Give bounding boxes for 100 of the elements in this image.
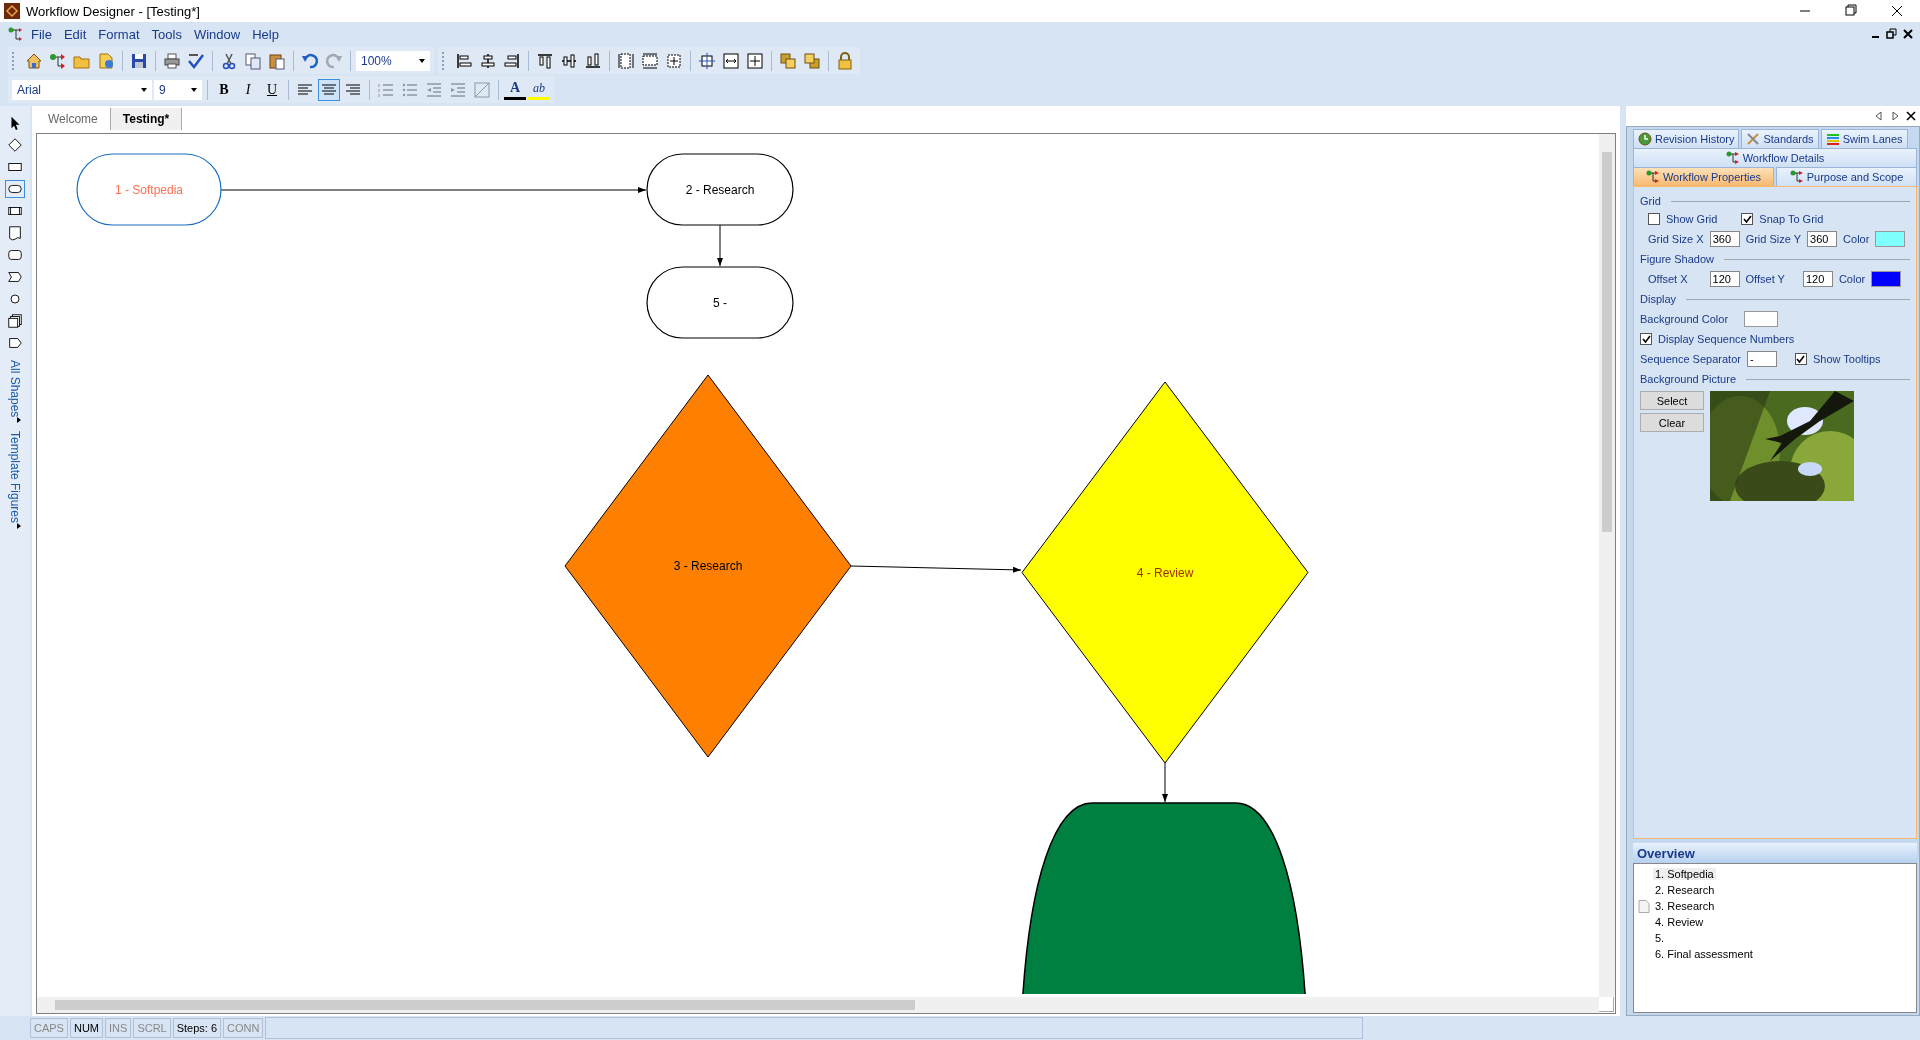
checkbox[interactable] (1648, 213, 1660, 225)
menu-item[interactable]: Tools (146, 24, 187, 44)
menu-item[interactable]: File (26, 24, 57, 44)
field-label: Offset Y (1745, 273, 1785, 285)
section-heading: Background Picture (1640, 373, 1736, 385)
checkbox[interactable] (1794, 353, 1807, 365)
color-swatch[interactable] (1744, 311, 1779, 327)
restore-icon[interactable] (1886, 28, 1898, 40)
horizontal-scrollbar[interactable] (37, 997, 1599, 1013)
field-label: Grid Size Y (1745, 233, 1802, 245)
field-label: Color (1843, 233, 1870, 245)
text-field[interactable]: - (1746, 351, 1777, 367)
panel-tab[interactable]: Swim Lanes (1820, 129, 1908, 148)
overview-item[interactable]: 4. Review (1653, 916, 1706, 928)
close-icon[interactable] (1902, 28, 1914, 40)
panel-tab[interactable]: Revision History (1633, 129, 1740, 148)
field-label: Sequence Separator (1640, 353, 1741, 365)
status-indicator: CONN (223, 1018, 264, 1038)
picture-button[interactable]: Select (1640, 391, 1704, 410)
overview-item[interactable]: 5. (1653, 932, 1667, 944)
status-indicator: INS (105, 1018, 132, 1038)
document-tab[interactable]: Welcome (36, 108, 111, 130)
text-field[interactable]: 120 (1802, 271, 1833, 287)
font-size-dropdown[interactable]: 9 (154, 79, 202, 100)
panel-tab[interactable]: Purpose and Scope (1776, 167, 1917, 186)
field-label: Background Color (1640, 313, 1729, 325)
field-label: Grid Size X (1648, 233, 1704, 245)
checkbox-label: Display Sequence Numbers (1658, 333, 1795, 345)
font-color-button[interactable]: A (504, 79, 526, 100)
italic-button[interactable]: I (237, 78, 259, 101)
section-heading: Display (1640, 293, 1677, 305)
text-field[interactable]: 360 (1807, 231, 1838, 247)
overview-item[interactable]: 3. Research (1653, 900, 1717, 912)
document-tab[interactable]: Testing* (110, 108, 183, 130)
shape-label: 5 - (713, 295, 727, 310)
underline-button[interactable]: U (261, 78, 283, 101)
zoom-dropdown[interactable]: 100% (356, 50, 430, 71)
toolbox-group-tab[interactable]: Template Figures (8, 431, 22, 524)
overview-item[interactable]: 1. Softpedia (1653, 868, 1716, 880)
lanes-icon (1825, 132, 1840, 146)
vertical-scrollbar[interactable] (1599, 134, 1615, 997)
window-title: Workflow Designer - [Testing*] (26, 3, 201, 19)
stadium-icon[interactable] (5, 180, 25, 198)
shape-label: 1 - Softpedia (115, 182, 183, 197)
align-text-center-icon[interactable] (318, 78, 340, 101)
panel-tab[interactable]: Standards (1741, 129, 1819, 148)
menu-item[interactable]: Help (247, 24, 284, 44)
menu-item[interactable]: Window (188, 24, 246, 44)
font-dropdown[interactable]: Arial (12, 79, 152, 100)
connector-arrow[interactable] (717, 224, 723, 267)
picture-button[interactable]: Clear (1640, 413, 1704, 432)
section-heading: Grid (1640, 195, 1661, 207)
checkbox-label: Show Grid (1666, 213, 1718, 225)
diamond-icon[interactable] (5, 136, 25, 154)
status-indicator: Steps: 6 (172, 1018, 222, 1038)
tab-label: Revision History (1655, 133, 1735, 145)
workflow-icon (8, 26, 24, 42)
field-label: Offset X (1648, 273, 1688, 285)
panel-tab[interactable]: Workflow Details (1633, 148, 1917, 167)
tools-icon (1746, 132, 1761, 146)
text-field[interactable]: 120 (1709, 271, 1740, 287)
right-arrow-icon[interactable] (1890, 111, 1900, 121)
workflow-icon (1645, 170, 1660, 184)
panel-title: Overview (1633, 843, 1917, 863)
workflow-icon (1725, 151, 1740, 165)
status-indicator: SCRL (133, 1018, 171, 1038)
menu-item[interactable]: Edit (58, 24, 92, 44)
tab-label: Standards (1763, 133, 1814, 145)
checkbox[interactable] (1640, 333, 1652, 345)
connector-arrow[interactable] (850, 565, 1022, 573)
tab-label: Swim Lanes (1842, 133, 1903, 145)
arch-shape[interactable] (1019, 802, 1309, 994)
text-field[interactable]: 360 (1709, 231, 1740, 247)
shape-label: 4 - Review (1136, 565, 1194, 580)
expand-arrow-icon[interactable] (16, 523, 22, 530)
section-heading: Figure Shadow (1640, 253, 1714, 265)
status-indicator: NUM (69, 1018, 104, 1038)
left-arrow-icon[interactable] (1874, 111, 1884, 121)
checkbox-label: Snap To Grid (1759, 213, 1824, 225)
checkbox-label: Show Tooltips (1812, 353, 1881, 365)
bold-button[interactable]: B (213, 78, 235, 101)
menu-item[interactable]: Format (93, 24, 145, 44)
highlight-button[interactable]: ab (528, 79, 550, 100)
expand-arrow-icon[interactable] (16, 417, 22, 424)
app-icon (4, 3, 20, 19)
page-icon (1638, 899, 1650, 913)
connector-arrow[interactable] (1162, 762, 1168, 803)
stacked-documents-icon[interactable] (5, 312, 25, 330)
tab-label: Purpose and Scope (1806, 171, 1904, 183)
status-indicator: CAPS (30, 1018, 68, 1038)
checkbox[interactable] (1741, 213, 1754, 225)
color-swatch[interactable] (1875, 231, 1906, 247)
panel-tab[interactable]: Workflow Properties (1633, 167, 1774, 186)
tab-label: Workflow Properties (1662, 171, 1762, 183)
close-icon[interactable] (1906, 111, 1916, 121)
color-swatch[interactable] (1871, 271, 1902, 287)
overview-item[interactable]: 2. Research (1653, 884, 1717, 896)
workflow-icon (1789, 170, 1804, 184)
overview-item[interactable]: 6. Final assessment (1653, 948, 1755, 960)
toolbox-group-tab[interactable]: All Shapes (8, 360, 22, 418)
